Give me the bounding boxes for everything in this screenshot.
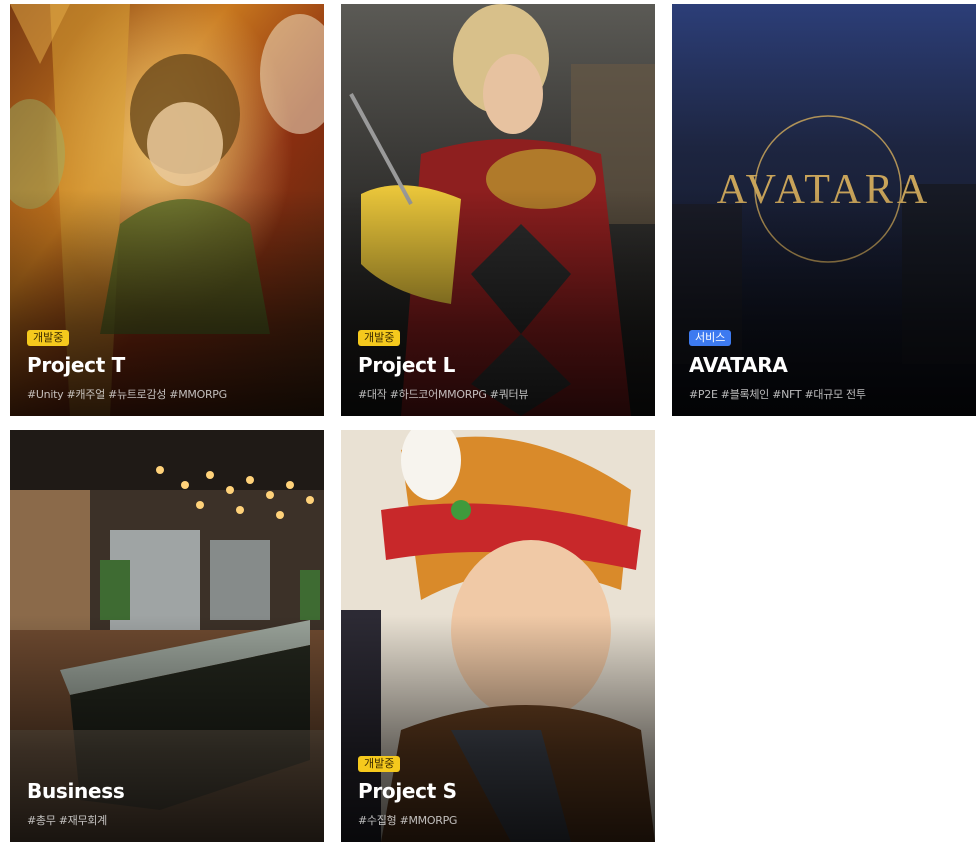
card-info: 서비스 AVATARA #P2E #블록체인 #NFT #대규모 전투 [689,328,966,402]
card-tags: #총무 #재무회계 [27,814,107,827]
card-tags: #P2E #블록체인 #NFT #대규모 전투 [689,388,866,401]
card-title: AVATARA [689,353,788,377]
avatara-card[interactable]: AVATARA 서비스 AVATARA #P2E #블록체인 #NFT #대규모… [672,4,976,416]
card-tags: #수집형 #MMORPG [358,814,458,827]
card-info: 개발중 Project L #대작 #하드코어MMORPG #쿼터뷰 [358,328,645,402]
card-info: 개발중 Project T #Unity #캐주얼 #뉴트로감성 #MMORPG [27,328,314,402]
status-badge: 개발중 [27,330,70,346]
card-info: Business #총무 #재무회계 [27,779,314,828]
card-title: Business [27,779,125,803]
project-t-card[interactable]: 개발중 Project T #Unity #캐주얼 #뉴트로감성 #MMORPG [10,4,324,416]
project-l-card[interactable]: 개발중 Project L #대작 #하드코어MMORPG #쿼터뷰 [341,4,655,416]
card-info: 개발중 Project S #수집형 #MMORPG [358,754,645,828]
card-tags: #Unity #캐주얼 #뉴트로감성 #MMORPG [27,388,227,401]
business-card[interactable]: Business #총무 #재무회계 [10,430,324,842]
card-tags: #대작 #하드코어MMORPG #쿼터뷰 [358,388,529,401]
card-title: Project S [358,779,457,803]
project-s-card[interactable]: 개발중 Project S #수집형 #MMORPG [341,430,655,842]
card-title: Project L [358,353,456,377]
status-badge: 개발중 [358,330,401,346]
status-badge: 서비스 [689,330,732,346]
card-title: Project T [27,353,126,377]
status-badge: 개발중 [358,756,401,772]
